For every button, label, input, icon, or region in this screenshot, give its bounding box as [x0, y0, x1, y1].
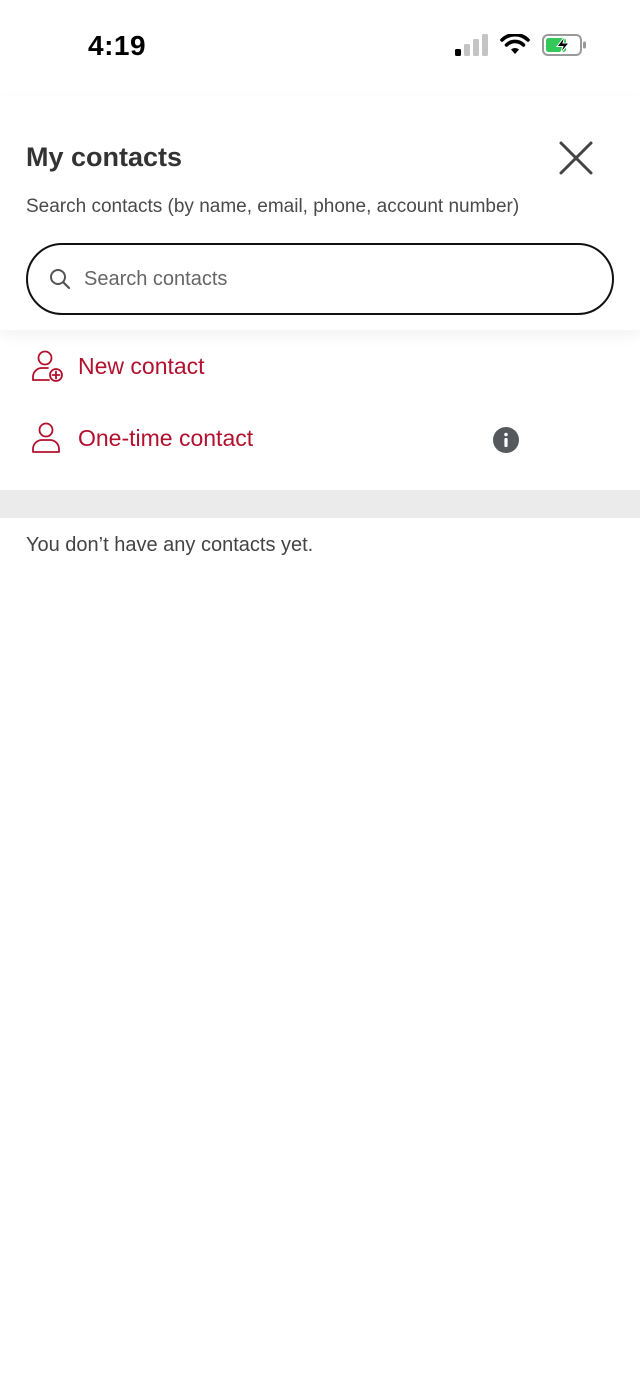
- new-contact-label: New contact: [78, 352, 205, 379]
- status-icons: [454, 34, 588, 56]
- new-contact-button[interactable]: New contact: [0, 330, 640, 402]
- empty-state-message: You don’t have any contacts yet.: [26, 534, 314, 556]
- contacts-header: My contacts Search contacts (by name, em…: [0, 96, 640, 330]
- one-time-contact-label: One-time contact: [78, 424, 254, 451]
- one-time-contact-button[interactable]: One-time contact: [0, 402, 640, 474]
- info-icon[interactable]: [492, 426, 520, 454]
- battery-charging-icon: [542, 34, 586, 56]
- search-icon: [50, 269, 71, 290]
- person-icon: [32, 422, 60, 453]
- status-bar: 4:19: [0, 0, 640, 96]
- close-icon: [559, 141, 593, 175]
- search-box[interactable]: [26, 243, 614, 315]
- add-person-icon: [32, 350, 63, 382]
- search-hint: Search contacts (by name, email, phone, …: [26, 196, 520, 217]
- section-divider: [0, 490, 640, 518]
- page-title: My contacts: [26, 142, 183, 172]
- contact-actions: New contact One-time contact: [0, 330, 640, 474]
- search-input[interactable]: [84, 267, 564, 291]
- close-button[interactable]: [556, 138, 596, 178]
- status-time: 4:19: [88, 30, 147, 61]
- signal-icon: [455, 34, 488, 56]
- wifi-icon: [500, 34, 530, 54]
